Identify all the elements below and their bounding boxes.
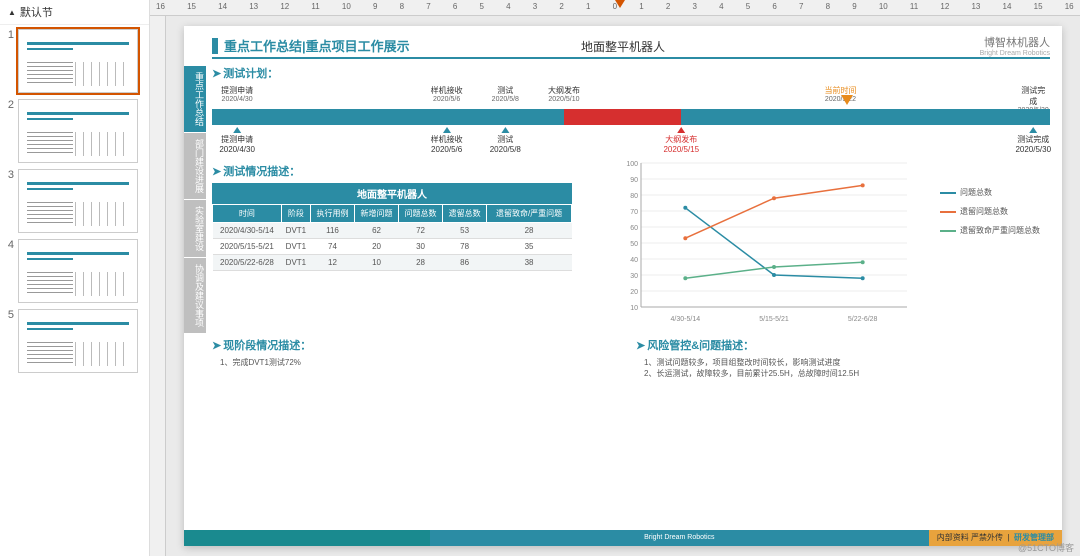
svg-text:70: 70 xyxy=(630,209,638,216)
bullet-icon: ➤ xyxy=(636,340,645,352)
slide-thumbnail[interactable] xyxy=(18,29,138,93)
thumb-number: 2 xyxy=(4,99,18,111)
section-label: 默认节 xyxy=(20,4,53,20)
svg-text:20: 20 xyxy=(630,289,638,296)
svg-text:60: 60 xyxy=(630,225,638,232)
svg-text:100: 100 xyxy=(626,161,638,168)
bullet-icon: ➤ xyxy=(212,68,221,80)
timeline-delay-segment xyxy=(564,109,681,125)
vertical-tabs: 重点工作总结 部门建设进展 实验室建设 协调及建议事项 xyxy=(184,66,206,334)
slide-title: 重点工作总结|重点项目工作展示 xyxy=(224,36,410,55)
legend-item: 问题总数 xyxy=(940,187,1050,198)
svg-text:40: 40 xyxy=(630,257,638,264)
slide-thumbnail[interactable] xyxy=(18,99,138,163)
table-header: 时间 xyxy=(213,205,282,223)
thumb-number: 1 xyxy=(4,29,18,41)
slide-thumbnail[interactable] xyxy=(18,239,138,303)
status-text: 1、完成DVT1测试72% xyxy=(212,357,626,368)
svg-text:50: 50 xyxy=(630,241,638,248)
timeline-milestone: 大纲发布2020/5/10 xyxy=(548,85,580,103)
table-header: 遗留致命/严重问题 xyxy=(487,205,572,223)
collapse-icon: ▲ xyxy=(8,8,16,17)
section-plan-title: ➤测试计划： xyxy=(212,65,1050,81)
trend-chart: 10 20 30 40 50 60 70 80 90 100 4/30-5/14 5/15-5/21 5… xyxy=(582,157,1050,327)
timeline: 提测申请2020/4/30 样机接收2020/5/6 测试2020/5/8 大纲发布2… xyxy=(212,85,1050,153)
vertical-ruler[interactable] xyxy=(150,16,166,556)
legend-item: 遗留问题总数 xyxy=(940,206,1050,217)
thumbnail-list: 1 2 3 4 5 xyxy=(0,25,149,383)
slide-thumbnail[interactable] xyxy=(18,169,138,233)
svg-text:90: 90 xyxy=(630,177,638,184)
timeline-milestone: 样机接收2020/5/6 xyxy=(431,85,463,103)
footer-seg-mid: Bright Dream Robotics xyxy=(430,530,929,546)
watermark: @51CTO博客 xyxy=(1018,541,1074,554)
slide-content[interactable]: 重点工作总结|重点项目工作展示 地面整平机器人 博智林机器人 Bright Dr… xyxy=(184,26,1062,546)
bullet-icon: ➤ xyxy=(212,166,221,178)
company-logo: 博智林机器人 Bright Dream Robotics xyxy=(980,34,1050,57)
risk-text-2: 2、长运测试，故障较多，目前累计25.5H，总故障时间12.5H xyxy=(636,368,1050,379)
timeline-milestone: 测试2020/5/8 xyxy=(490,127,521,154)
timeline-milestone: 提测申请2020/4/30 xyxy=(219,127,255,154)
section-risk-title: ➤风险管控&问题描述： xyxy=(636,337,1050,353)
table-header: 新增问题 xyxy=(355,205,399,223)
table-title: 地面整平机器人 xyxy=(212,183,572,204)
timeline-milestone: 样机接收2020/5/6 xyxy=(431,127,463,154)
table-header: 阶段 xyxy=(281,205,310,223)
timeline-bar xyxy=(212,109,1050,125)
slide-panel: ▲ 默认节 1 2 3 4 5 xyxy=(0,0,150,556)
table-row: 2020/4/30-5/14DVT111662725328 xyxy=(213,223,572,239)
chart-svg: 10 20 30 40 50 60 70 80 90 100 4/30-5/14 5/15-5/21 5… xyxy=(582,157,940,327)
section-desc-title: ➤测试情况描述： xyxy=(212,163,572,179)
vtab-dept[interactable]: 部门建设进展 xyxy=(184,133,206,200)
svg-text:5/22-6/28: 5/22-6/28 xyxy=(848,316,878,323)
thumb-number: 4 xyxy=(4,239,18,251)
legend-item: 遗留致命严重问题总数 xyxy=(940,225,1050,236)
footer-confidential: 内部资料 严禁外传 xyxy=(937,533,1003,542)
ruler-origin-icon xyxy=(615,0,625,8)
timeline-milestone: 测试2020/5/8 xyxy=(492,85,519,103)
table-header: 遗留总数 xyxy=(443,205,487,223)
title-marker-icon xyxy=(212,38,218,54)
editor-canvas: 1615141312111098765432101234567891011121… xyxy=(150,0,1080,556)
svg-text:4/30-5/14: 4/30-5/14 xyxy=(671,316,701,323)
slide-thumbnail[interactable] xyxy=(18,309,138,373)
table-header: 执行用例 xyxy=(310,205,354,223)
section-status-title: ➤现阶段情况描述： xyxy=(212,337,626,353)
table-row: 2020/5/22-6/28DVT11210288638 xyxy=(213,255,572,271)
vtab-suggest[interactable]: 协调及建议事项 xyxy=(184,258,206,334)
slide-viewport[interactable]: 重点工作总结|重点项目工作展示 地面整平机器人 博智林机器人 Bright Dr… xyxy=(166,16,1080,556)
current-time-marker-icon xyxy=(841,95,853,105)
table-header: 问题总数 xyxy=(399,205,443,223)
svg-text:30: 30 xyxy=(630,273,638,280)
svg-text:80: 80 xyxy=(630,193,638,200)
slide-footer: Bright Dream Robotics 内部资料 严禁外传 | 研发管理部 xyxy=(184,530,1062,546)
thumb-number: 5 xyxy=(4,309,18,321)
svg-text:10: 10 xyxy=(630,305,638,312)
horizontal-ruler[interactable]: 1615141312111098765432101234567891011121… xyxy=(150,0,1080,16)
bullet-icon: ➤ xyxy=(212,340,221,352)
chart-legend: 问题总数遗留问题总数遗留致命严重问题总数 xyxy=(940,157,1050,327)
timeline-milestone: 测试完成2020/5/30 xyxy=(1015,127,1051,154)
timeline-milestone: 大纲发布2020/5/15 xyxy=(663,127,699,154)
footer-seg-left xyxy=(184,530,430,546)
logo-cn: 博智林机器人 xyxy=(980,34,1050,50)
slide-subtitle: 地面整平机器人 xyxy=(581,38,665,55)
timeline-milestone: 提测申请2020/4/30 xyxy=(221,85,253,103)
vtab-lab[interactable]: 实验室建设 xyxy=(184,200,206,258)
table-row: 2020/5/15-5/21DVT17420307835 xyxy=(213,239,572,255)
test-data-table: 时间阶段执行用例新增问题问题总数遗留总数遗留致命/严重问题 2020/4/30-… xyxy=(212,204,572,271)
risk-text-1: 1、测试问题较多，项目组整改时间较长，影响测试进度 xyxy=(636,357,1050,368)
thumb-number: 3 xyxy=(4,169,18,181)
section-header[interactable]: ▲ 默认节 xyxy=(0,0,149,25)
vtab-summary[interactable]: 重点工作总结 xyxy=(184,66,206,133)
svg-text:5/15-5/21: 5/15-5/21 xyxy=(759,316,789,323)
logo-en: Bright Dream Robotics xyxy=(980,50,1050,57)
